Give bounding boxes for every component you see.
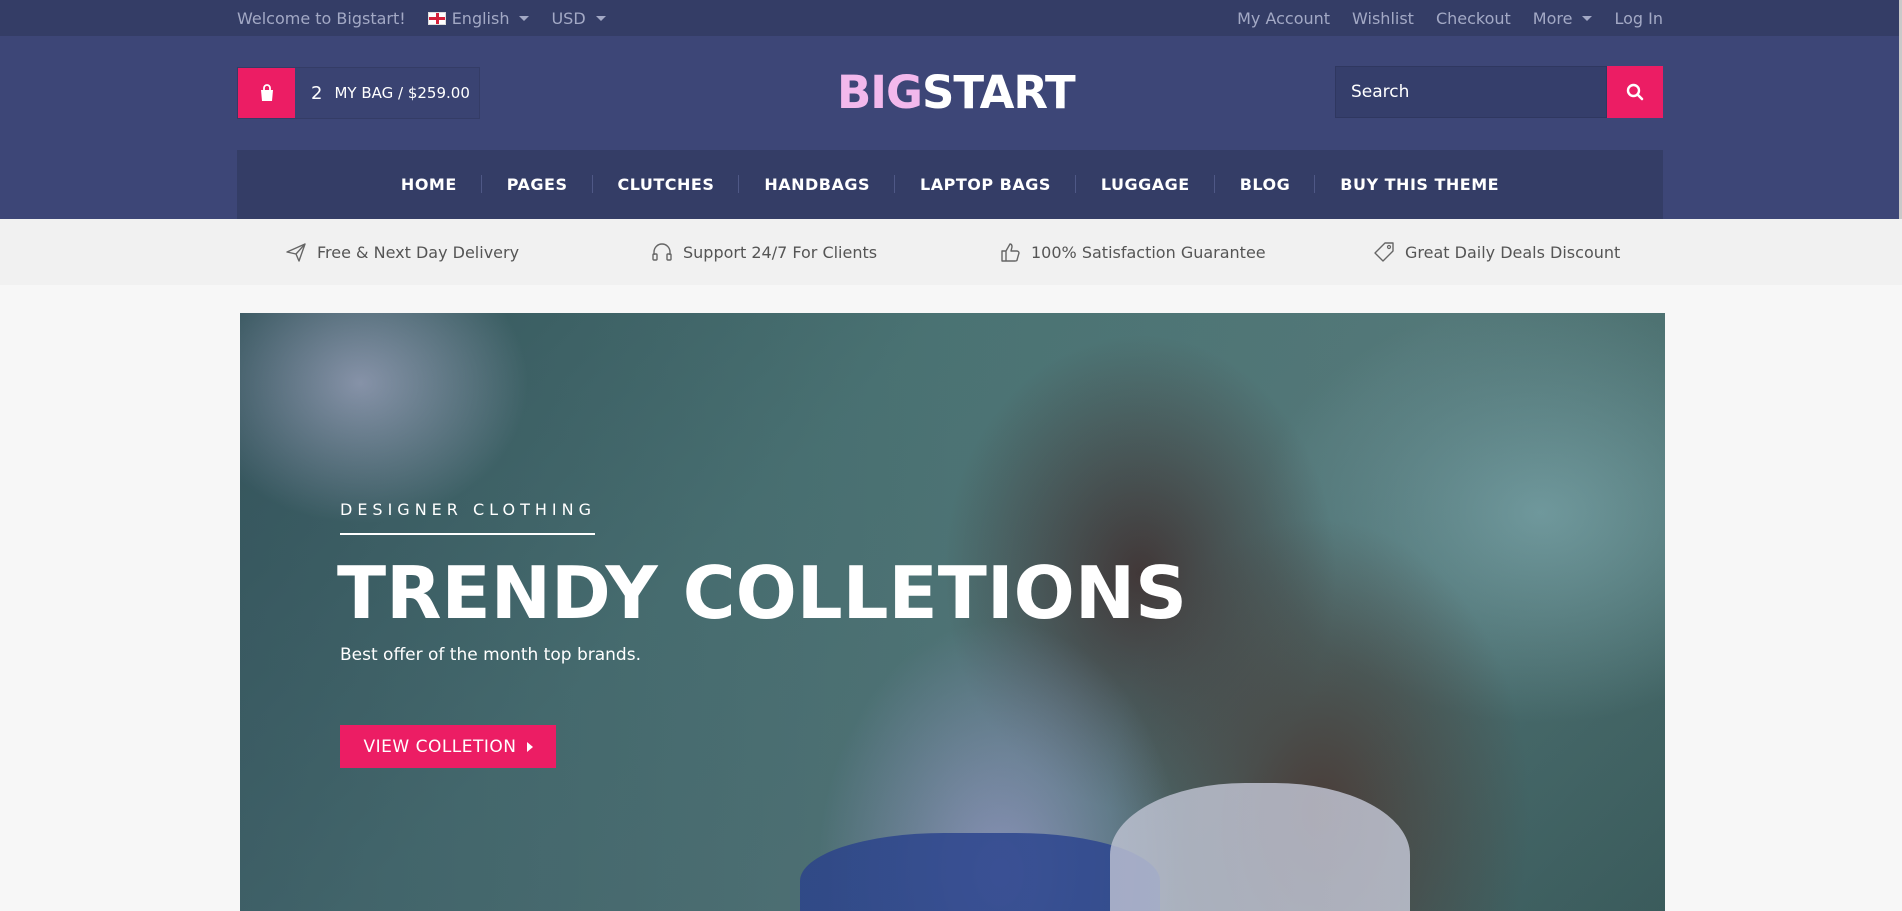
hero-subtitle: Best offer of the month top brands. xyxy=(340,645,641,665)
more-menu[interactable]: More xyxy=(1533,9,1593,28)
my-account-link[interactable]: My Account xyxy=(1237,9,1330,28)
hero-eyebrow: DESIGNER CLOTHING xyxy=(340,500,596,519)
thumbs-up-icon xyxy=(1001,243,1020,262)
shopping-bag-icon xyxy=(238,68,295,118)
checkout-link[interactable]: Checkout xyxy=(1436,9,1511,28)
logo-part-big: BIG xyxy=(837,66,923,119)
feature-satisfaction: 100% Satisfaction Guarantee xyxy=(999,219,1266,285)
search-form xyxy=(1335,66,1663,118)
tag-icon xyxy=(1374,242,1394,262)
site-logo[interactable]: BIGSTART xyxy=(837,66,1076,119)
nav-handbags[interactable]: HANDBAGS xyxy=(739,175,895,194)
button-label: VIEW COLLETION xyxy=(363,736,517,757)
nav-buy-this-theme[interactable]: BUY THIS THEME xyxy=(1315,175,1524,194)
logo-part-start: START xyxy=(921,66,1076,119)
caret-down-icon xyxy=(595,15,606,21)
search-input[interactable] xyxy=(1335,66,1607,118)
cart-button[interactable]: 2 MY BAG / $259.00 xyxy=(237,67,480,119)
caret-down-icon xyxy=(1582,15,1593,21)
top-bar: Welcome to Bigstart! English USD My Acco… xyxy=(0,0,1902,36)
feature-label: Support 24/7 For Clients xyxy=(683,242,878,262)
currency-label: USD xyxy=(551,8,586,28)
header: 2 MY BAG / $259.00 BIGSTART HOME PAGES C… xyxy=(0,36,1902,219)
feature-deals: Great Daily Deals Discount xyxy=(1373,219,1620,285)
nav-luggage[interactable]: LUGGAGE xyxy=(1076,175,1215,194)
caret-right-icon xyxy=(526,741,533,752)
caret-down-icon xyxy=(519,15,530,21)
nav-laptop-bags[interactable]: LAPTOP BAGS xyxy=(895,175,1076,194)
hero-banner: DESIGNER CLOTHING TRENDY COLLETIONS Best… xyxy=(240,313,1665,911)
nav-clutches[interactable]: CLUTCHES xyxy=(593,175,740,194)
feature-label: Great Daily Deals Discount xyxy=(1405,242,1621,262)
search-icon xyxy=(1626,83,1644,101)
search-button[interactable] xyxy=(1607,66,1663,118)
feature-support: Support 24/7 For Clients xyxy=(651,219,877,285)
main-nav: HOME PAGES CLUTCHES HANDBAGS LAPTOP BAGS… xyxy=(237,150,1663,219)
login-link[interactable]: Log In xyxy=(1614,9,1663,28)
nav-pages[interactable]: PAGES xyxy=(482,175,593,194)
language-label: English xyxy=(451,8,510,28)
headphones-icon xyxy=(652,243,672,261)
hero-divider xyxy=(340,533,595,535)
cart-count: 2 xyxy=(311,82,323,104)
hero-title: TRENDY COLLETIONS xyxy=(337,551,1187,635)
feature-delivery: Free & Next Day Delivery xyxy=(285,219,519,285)
currency-selector[interactable]: USD xyxy=(551,8,606,28)
welcome-text: Welcome to Bigstart! xyxy=(237,8,406,28)
features-strip: Free & Next Day Delivery Support 24/7 Fo… xyxy=(0,219,1902,285)
nav-home[interactable]: HOME xyxy=(376,175,482,194)
feature-label: 100% Satisfaction Guarantee xyxy=(1031,242,1266,262)
language-selector[interactable]: English xyxy=(427,8,530,28)
view-collection-button[interactable]: VIEW COLLETION xyxy=(340,725,556,768)
nav-blog[interactable]: BLOG xyxy=(1215,175,1316,194)
cart-total: MY BAG / $259.00 xyxy=(334,84,470,102)
england-flag-icon xyxy=(427,11,446,25)
more-label: More xyxy=(1532,8,1573,28)
plane-icon xyxy=(286,243,306,262)
feature-label: Free & Next Day Delivery xyxy=(317,242,520,262)
wishlist-link[interactable]: Wishlist xyxy=(1352,9,1414,28)
